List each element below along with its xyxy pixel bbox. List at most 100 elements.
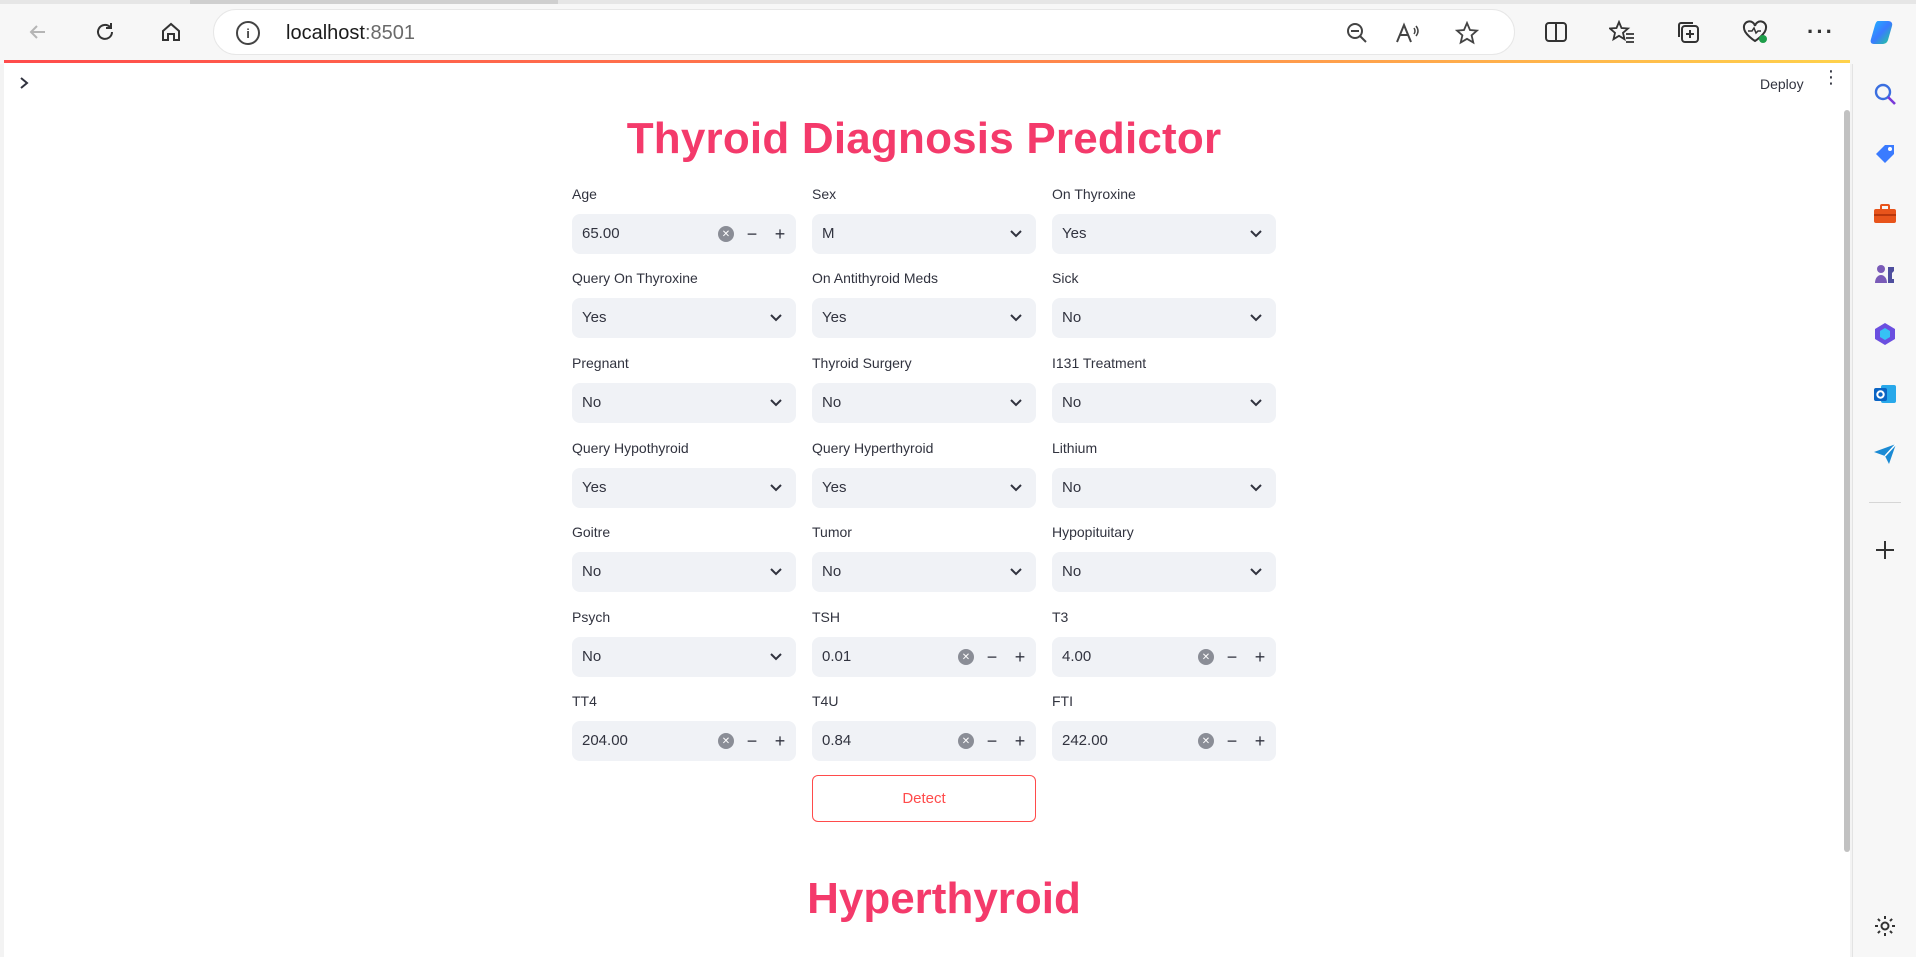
goitre-value[interactable]: No <box>582 563 601 580</box>
chevron-down-icon[interactable] <box>1006 223 1026 243</box>
fti-number-input[interactable]: 242.00 ✕ − + <box>1052 721 1276 761</box>
favorite-star-icon[interactable] <box>1454 20 1480 46</box>
clear-icon[interactable]: ✕ <box>718 733 734 749</box>
hypopituitary-select[interactable]: No <box>1052 552 1276 592</box>
increment-button[interactable]: + <box>1008 645 1032 669</box>
chevron-down-icon[interactable] <box>1006 307 1026 327</box>
query-on-thyroxine-value[interactable]: Yes <box>582 309 606 326</box>
sex-value[interactable]: M <box>822 225 835 242</box>
tt4-number-input[interactable]: 204.00 ✕ − + <box>572 721 796 761</box>
increment-button[interactable]: + <box>768 222 792 246</box>
goitre-select[interactable]: No <box>572 552 796 592</box>
tsh-value[interactable]: 0.01 <box>822 648 851 665</box>
clear-icon[interactable]: ✕ <box>1198 733 1214 749</box>
decrement-button[interactable]: − <box>980 729 1004 753</box>
clear-icon[interactable]: ✕ <box>1198 649 1214 665</box>
on-thyroxine-value[interactable]: Yes <box>1062 225 1086 242</box>
pregnant-select[interactable]: No <box>572 383 796 423</box>
i131-treatment-value[interactable]: No <box>1062 394 1081 411</box>
search-icon[interactable] <box>1865 74 1905 114</box>
clear-icon[interactable]: ✕ <box>958 649 974 665</box>
read-aloud-icon[interactable] <box>1394 20 1420 46</box>
tumor-value[interactable]: No <box>822 563 841 580</box>
increment-button[interactable]: + <box>1248 729 1272 753</box>
psych-value[interactable]: No <box>582 648 601 665</box>
zoom-out-icon[interactable] <box>1344 20 1370 46</box>
back-icon[interactable] <box>18 12 58 52</box>
chevron-down-icon[interactable] <box>766 561 786 581</box>
query-hyperthyroid-select[interactable]: Yes <box>812 468 1036 508</box>
settings-icon[interactable] <box>1865 906 1905 946</box>
t4u-number-input[interactable]: 0.84 ✕ − + <box>812 721 1036 761</box>
decrement-button[interactable]: − <box>740 729 764 753</box>
chevron-down-icon[interactable] <box>1246 561 1266 581</box>
deploy-button[interactable]: Deploy <box>1760 76 1804 92</box>
thyroid-surgery-value[interactable]: No <box>822 394 841 411</box>
lithium-value[interactable]: No <box>1062 479 1081 496</box>
on-thyroxine-select[interactable]: Yes <box>1052 214 1276 254</box>
chevron-down-icon[interactable] <box>766 307 786 327</box>
decrement-button[interactable]: − <box>740 222 764 246</box>
age-number-input[interactable]: 65.00 ✕ − + <box>572 214 796 254</box>
tsh-number-input[interactable]: 0.01 ✕ − + <box>812 637 1036 677</box>
on-antithyroid-meds-value[interactable]: Yes <box>822 309 846 326</box>
main-menu-icon[interactable]: ⋮ <box>1822 68 1840 86</box>
address-bar[interactable]: i localhost:8501 <box>213 9 1515 55</box>
decrement-button[interactable]: − <box>1220 645 1244 669</box>
add-icon[interactable] <box>1865 530 1905 570</box>
shopping-tag-icon[interactable] <box>1865 134 1905 174</box>
info-icon[interactable]: i <box>236 21 260 45</box>
chevron-down-icon[interactable] <box>766 477 786 497</box>
psych-select[interactable]: No <box>572 637 796 677</box>
chevron-down-icon[interactable] <box>1246 392 1266 412</box>
collections-icon[interactable] <box>1670 14 1706 50</box>
query-hypothyroid-select[interactable]: Yes <box>572 468 796 508</box>
sick-value[interactable]: No <box>1062 309 1081 326</box>
url-text[interactable]: localhost:8501 <box>286 22 415 45</box>
query-hyperthyroid-value[interactable]: Yes <box>822 479 846 496</box>
copilot-icon[interactable] <box>1866 14 1902 50</box>
tumor-select[interactable]: No <box>812 552 1036 592</box>
scrollbar[interactable] <box>1844 110 1850 852</box>
decrement-button[interactable]: − <box>980 645 1004 669</box>
send-icon[interactable] <box>1865 434 1905 474</box>
sick-select[interactable]: No <box>1052 298 1276 338</box>
chevron-down-icon[interactable] <box>766 392 786 412</box>
clear-icon[interactable]: ✕ <box>958 733 974 749</box>
outlook-icon[interactable] <box>1865 374 1905 414</box>
on-antithyroid-meds-select[interactable]: Yes <box>812 298 1036 338</box>
chevron-down-icon[interactable] <box>1246 223 1266 243</box>
query-on-thyroxine-select[interactable]: Yes <box>572 298 796 338</box>
fti-value[interactable]: 242.00 <box>1062 732 1108 749</box>
chevron-down-icon[interactable] <box>766 646 786 666</box>
age-value[interactable]: 65.00 <box>582 225 620 242</box>
t3-value[interactable]: 4.00 <box>1062 648 1091 665</box>
chevron-down-icon[interactable] <box>1246 477 1266 497</box>
t3-number-input[interactable]: 4.00 ✕ − + <box>1052 637 1276 677</box>
i131-treatment-select[interactable]: No <box>1052 383 1276 423</box>
sex-select[interactable]: M <box>812 214 1036 254</box>
chevron-down-icon[interactable] <box>1006 561 1026 581</box>
pregnant-value[interactable]: No <box>582 394 601 411</box>
chevron-down-icon[interactable] <box>1246 307 1266 327</box>
refresh-icon[interactable] <box>85 12 125 52</box>
tt4-value[interactable]: 204.00 <box>582 732 628 749</box>
detect-button[interactable]: Detect <box>812 775 1036 822</box>
query-hypothyroid-value[interactable]: Yes <box>582 479 606 496</box>
favorites-icon[interactable] <box>1604 14 1640 50</box>
increment-button[interactable]: + <box>1248 645 1272 669</box>
increment-button[interactable]: + <box>768 729 792 753</box>
games-icon[interactable] <box>1865 254 1905 294</box>
chevron-down-icon[interactable] <box>1006 392 1026 412</box>
chevron-right-icon[interactable] <box>18 74 30 95</box>
home-icon[interactable] <box>151 12 191 52</box>
browser-essentials-icon[interactable] <box>1737 14 1773 50</box>
split-screen-icon[interactable] <box>1538 14 1574 50</box>
increment-button[interactable]: + <box>1008 729 1032 753</box>
lithium-select[interactable]: No <box>1052 468 1276 508</box>
decrement-button[interactable]: − <box>1220 729 1244 753</box>
tools-icon[interactable] <box>1865 194 1905 234</box>
microsoft-365-icon[interactable] <box>1865 314 1905 354</box>
chevron-down-icon[interactable] <box>1006 477 1026 497</box>
t4u-value[interactable]: 0.84 <box>822 732 851 749</box>
